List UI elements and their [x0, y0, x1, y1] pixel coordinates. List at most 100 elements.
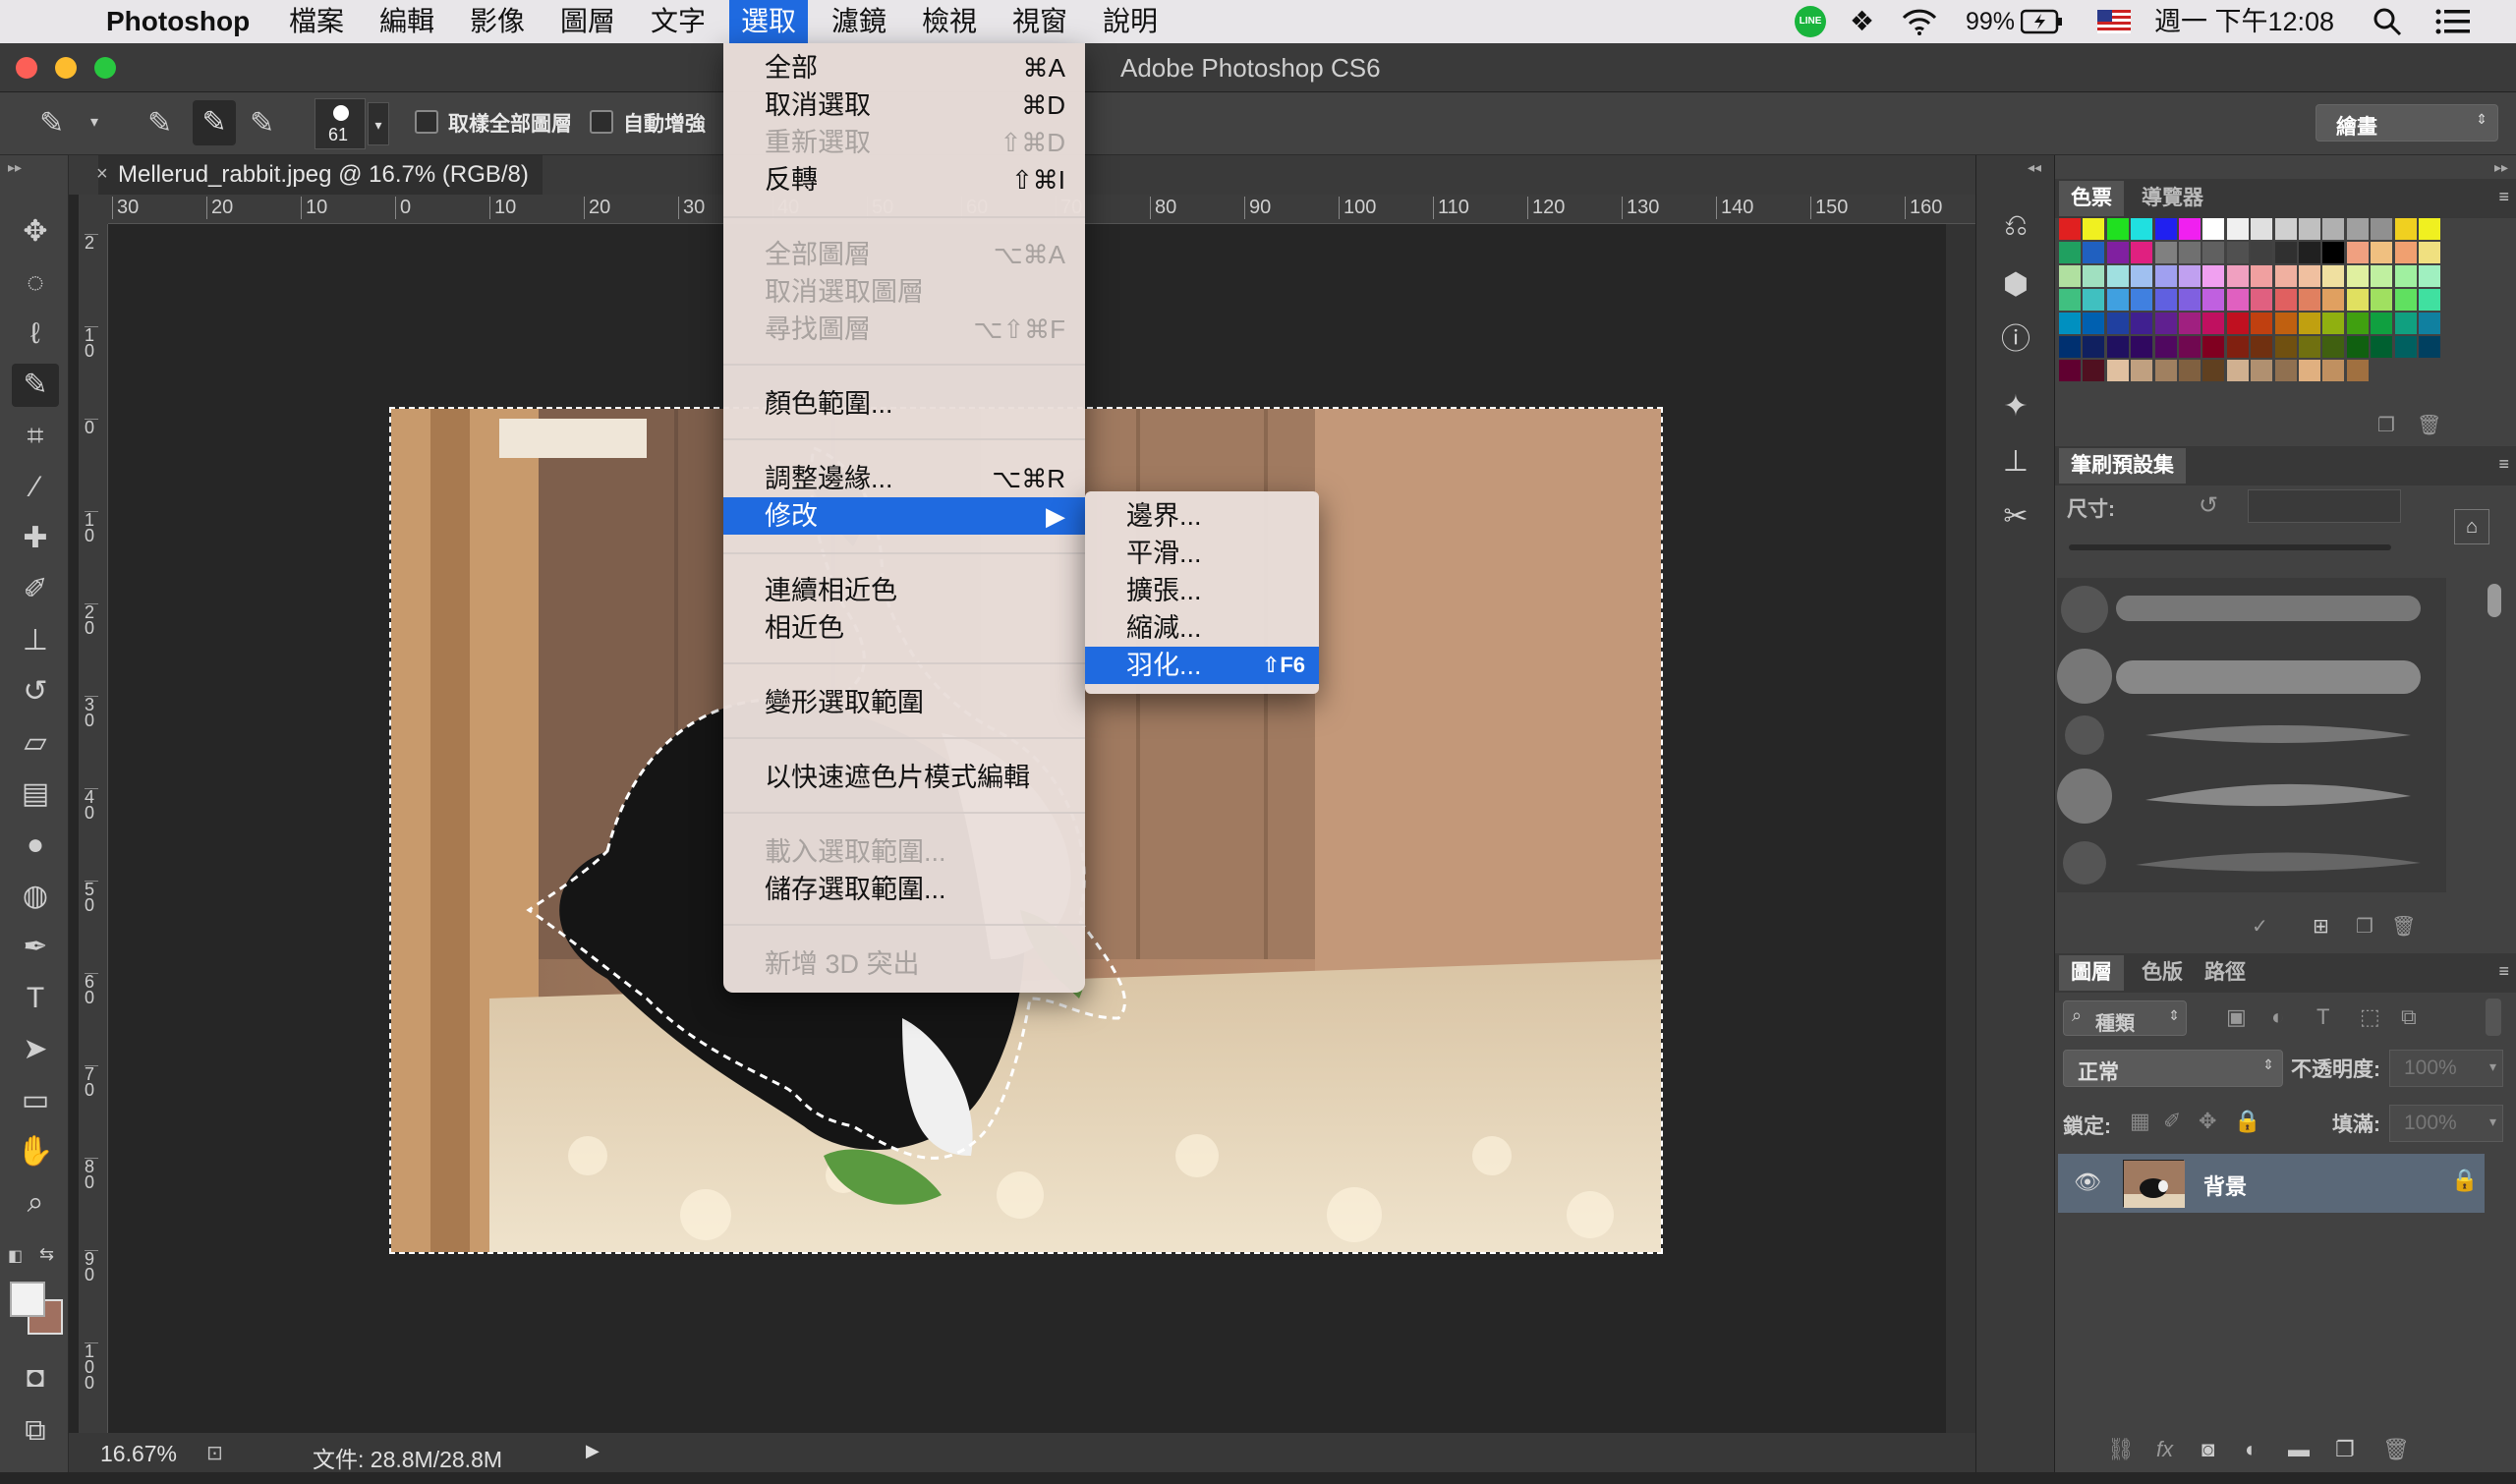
brush-preset-list[interactable] — [2057, 578, 2446, 892]
new-swatch-icon[interactable]: ❐ — [2377, 413, 2395, 437]
color-swatch[interactable] — [2371, 242, 2393, 263]
color-swatch[interactable] — [2346, 313, 2369, 334]
color-swatch[interactable] — [2299, 265, 2320, 287]
close-document-icon[interactable]: × — [96, 163, 108, 186]
color-swatch[interactable] — [2299, 242, 2320, 263]
menu-select[interactable]: 選取 — [729, 0, 809, 43]
menu-item-grow[interactable]: 連續相近色 — [723, 572, 1085, 609]
add-mask-icon[interactable]: ◙ — [2202, 1437, 2214, 1462]
color-swatch[interactable] — [2083, 242, 2105, 263]
color-swatch[interactable] — [2106, 242, 2129, 263]
color-swatch[interactable] — [2419, 336, 2440, 358]
brush-size-field[interactable] — [2248, 489, 2401, 523]
lock-image-pixels-icon[interactable]: ✐ — [2163, 1109, 2181, 1134]
clock[interactable]: 週一 下午12:08 — [2154, 0, 2334, 43]
new-group-icon[interactable]: ▬ — [2288, 1437, 2310, 1462]
panel-menu-icon[interactable]: ≡ — [2498, 454, 2509, 475]
color-swatch[interactable] — [2131, 265, 2153, 287]
apple-icon[interactable] — [29, 0, 53, 43]
menu-item-inverse[interactable]: 反轉 ⇧⌘I — [723, 161, 1085, 199]
color-swatch[interactable] — [2106, 313, 2129, 334]
submenu-item-border[interactable]: 邊界... — [1085, 497, 1319, 535]
new-layer-icon[interactable]: ❐ — [2335, 1437, 2355, 1462]
quick-mask-icon[interactable]: ◘ — [12, 1356, 59, 1399]
wifi-icon[interactable] — [1901, 0, 1938, 43]
color-swatch[interactable] — [2419, 218, 2440, 240]
color-swatch[interactable] — [2083, 313, 2105, 334]
blur-tool-icon[interactable]: ● — [12, 824, 59, 867]
zoom-level[interactable]: 16.67% — [100, 1441, 177, 1467]
zoom-tool-icon[interactable]: ⌕ — [12, 1181, 59, 1225]
color-swatch[interactable] — [2202, 218, 2225, 240]
color-swatch[interactable] — [2251, 289, 2273, 311]
color-swatch[interactable] — [2251, 242, 2273, 263]
color-swatch[interactable] — [2226, 313, 2249, 334]
color-swatch[interactable] — [2251, 218, 2273, 240]
flag-us-icon[interactable] — [2097, 0, 2131, 43]
filter-toggle[interactable] — [2486, 999, 2501, 1036]
menu-app-name[interactable]: Photoshop — [94, 0, 261, 43]
color-swatch[interactable] — [2059, 218, 2081, 240]
color-swatch[interactable] — [2179, 242, 2201, 263]
color-swatch[interactable] — [2322, 360, 2345, 381]
color-swatch[interactable] — [2106, 360, 2129, 381]
tab-layers[interactable]: 圖層 — [2059, 955, 2124, 991]
dropbox-icon[interactable]: ❖ — [1850, 0, 1874, 43]
color-swatch[interactable] — [2251, 360, 2273, 381]
submenu-item-expand[interactable]: 擴張... — [1085, 572, 1319, 609]
lock-all-icon[interactable]: 🔒 — [2234, 1109, 2260, 1134]
filter-pixel-icon[interactable]: ▣ — [2226, 1004, 2247, 1030]
color-swatch[interactable] — [2083, 289, 2105, 311]
document-tab-title[interactable]: Mellerud_rabbit.jpeg @ 16.7% (RGB/8) — [98, 155, 543, 195]
color-swatch[interactable] — [2083, 218, 2105, 240]
gradient-tool-icon[interactable]: ▤ — [12, 772, 59, 816]
add-to-selection-mode-icon[interactable]: ✎ — [193, 100, 236, 145]
color-swatch[interactable] — [2154, 313, 2177, 334]
color-swatch[interactable] — [2059, 336, 2081, 358]
menu-item-similar[interactable]: 相近色 — [723, 609, 1085, 647]
eye-visibility-icon[interactable]: 👁 — [2074, 1170, 2101, 1195]
crop-tool-icon[interactable]: ⌗ — [12, 415, 59, 458]
color-swatch[interactable] — [2394, 242, 2417, 263]
color-swatch[interactable] — [2106, 289, 2129, 311]
color-swatch[interactable] — [2154, 218, 2177, 240]
color-swatch[interactable] — [2274, 218, 2297, 240]
color-swatch[interactable] — [2322, 242, 2345, 263]
color-swatch[interactable] — [2154, 336, 2177, 358]
path-selection-tool-icon[interactable]: ➤ — [12, 1028, 59, 1071]
history-panel-icon[interactable]: ⎌ — [1994, 204, 2037, 248]
color-swatch[interactable] — [2322, 289, 2345, 311]
type-tool-icon[interactable]: T — [12, 977, 59, 1020]
tab-paths[interactable]: 路徑 — [2193, 955, 2258, 991]
swap-colors-icon[interactable]: ⇆ — [39, 1244, 54, 1265]
color-swatch[interactable] — [2394, 218, 2417, 240]
brush-size-slider[interactable] — [2069, 544, 2391, 550]
color-swatch[interactable] — [2179, 336, 2201, 358]
menu-view[interactable]: 檢視 — [910, 0, 989, 43]
color-swatch[interactable] — [2274, 242, 2297, 263]
toggle-visibility-icon[interactable]: ✓ — [2252, 914, 2268, 939]
rectangle-tool-icon[interactable]: ▭ — [12, 1079, 59, 1122]
color-swatch[interactable] — [2371, 218, 2393, 240]
submenu-item-feather[interactable]: 羽化... ⇧F6 — [1085, 647, 1319, 684]
menu-window[interactable]: 視窗 — [1001, 0, 1079, 43]
color-swatch[interactable] — [2394, 313, 2417, 334]
color-swatch[interactable] — [2274, 360, 2297, 381]
color-swatch[interactable] — [2179, 218, 2201, 240]
proof-setup-icon[interactable]: ⊡ — [206, 1441, 223, 1465]
color-swatch[interactable] — [2059, 289, 2081, 311]
toggle-brush-panel-icon[interactable]: ⌂ — [2454, 509, 2489, 544]
menu-item-transform-selection[interactable]: 變形選取範圍 — [723, 684, 1085, 721]
color-swatch[interactable] — [2202, 313, 2225, 334]
layer-style-fx-icon[interactable]: fx — [2156, 1437, 2173, 1462]
color-swatch[interactable] — [2202, 360, 2225, 381]
color-swatch[interactable] — [2394, 265, 2417, 287]
color-swatch[interactable] — [2106, 218, 2129, 240]
color-swatch[interactable] — [2131, 218, 2153, 240]
color-swatch[interactable] — [2274, 313, 2297, 334]
zoom-window-button[interactable] — [94, 57, 116, 79]
color-swatch[interactable] — [2251, 313, 2273, 334]
blend-mode-select[interactable]: 正常 ⇕ — [2063, 1050, 2283, 1087]
color-swatch[interactable] — [2179, 265, 2201, 287]
brush-tool-icon[interactable]: ✐ — [12, 568, 59, 611]
